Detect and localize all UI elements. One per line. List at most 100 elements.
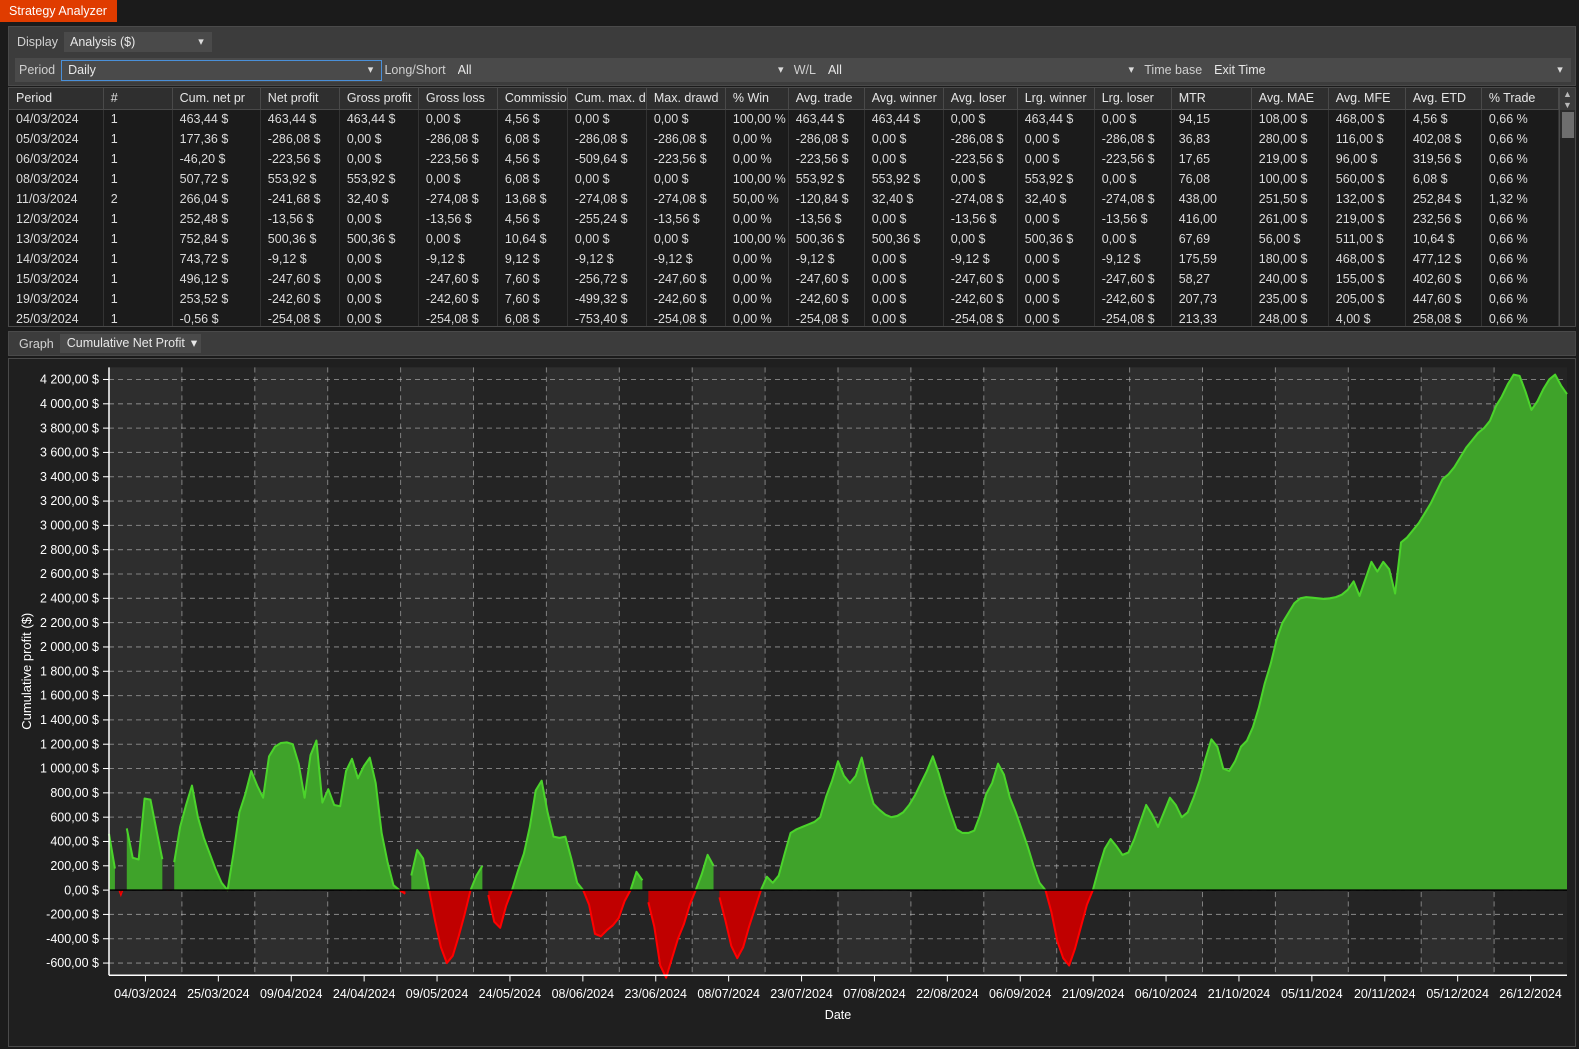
table-cell: -241,68 $: [260, 189, 340, 209]
column-header[interactable]: Lrg. loser: [1094, 88, 1172, 110]
table-cell: -242,60 $: [788, 289, 865, 309]
timebase-select[interactable]: Exit Time ▾: [1208, 60, 1571, 80]
column-header[interactable]: Lrg. winner: [1017, 88, 1095, 110]
column-header[interactable]: % Win: [725, 88, 789, 110]
table-cell: 0,00 $: [1017, 269, 1095, 289]
table-row[interactable]: 15/03/2024 1 496,12 $ -247,60 $0,00 $ -247,6…: [9, 269, 1560, 289]
table-cell: 0,00 $: [864, 269, 944, 289]
chevron-down-icon: ▾: [1128, 64, 1135, 76]
scroll-up-icon[interactable]: ▲: [1560, 88, 1575, 99]
column-header[interactable]: Net profit: [260, 88, 340, 110]
table-cell: 0,66 %: [1481, 269, 1560, 289]
table-cell: 19/03/2024: [9, 289, 104, 309]
y-axis-tick-label: 1 800,00 $: [40, 663, 99, 678]
table-row[interactable]: 14/03/2024 1 743,72 $ -9,12 $0,00 $ -9,12 $9…: [9, 249, 1560, 269]
table-cell: 553,92 $: [260, 169, 340, 189]
column-header[interactable]: Avg. MFE: [1328, 88, 1406, 110]
column-header[interactable]: Avg. ETD: [1405, 88, 1482, 110]
table-cell: 560,00 $: [1328, 169, 1406, 189]
display-select[interactable]: Analysis ($) ▾: [64, 32, 212, 52]
longshort-select-value: All: [457, 63, 472, 77]
table-cell: 0,00 %: [725, 309, 789, 326]
period-label: Period: [19, 63, 56, 77]
column-header[interactable]: #: [103, 88, 173, 110]
column-header[interactable]: Gross loss: [418, 88, 498, 110]
y-axis-tick-label: 3 600,00 $: [40, 444, 99, 459]
cumulative-net-profit-chart[interactable]: 4 200,00 $ 4 000,00 $ 3 800,00 $ 3 600,00 $…: [8, 358, 1576, 1047]
table-row[interactable]: 08/03/2024 1 507,72 $553,92 $553,92 $0,00 …: [9, 169, 1560, 189]
x-axis-tick-label: 07/08/2024: [843, 986, 906, 1001]
table-cell: -286,08 $: [567, 129, 647, 149]
table-cell: 553,92 $: [1017, 169, 1095, 189]
scrollbar-track[interactable]: [1560, 138, 1575, 326]
table-cell: 7,60 $: [497, 269, 568, 289]
table-cell: 0,66 %: [1481, 229, 1560, 249]
table-cell: -286,08 $: [943, 129, 1018, 149]
y-axis-tick-label: 2 000,00 $: [40, 639, 99, 654]
table-row[interactable]: 13/03/2024 1 752,84 $500,36 $500,36 $0,00 …: [9, 229, 1560, 249]
table-cell: 0,00 $: [418, 229, 498, 249]
column-header[interactable]: Cum. net pr: [172, 88, 261, 110]
table-row[interactable]: 25/03/2024 1 -0,56 $ -254,08 $0,00 $ -254,08…: [9, 309, 1560, 326]
table-row[interactable]: 12/03/2024 1 252,48 $ -13,56 $0,00 $ -13,56 …: [9, 209, 1560, 229]
table-cell: 177,36 $: [172, 129, 261, 149]
column-header[interactable]: Gross profit: [339, 88, 419, 110]
table-cell: 0,00 %: [725, 269, 789, 289]
winloss-select[interactable]: All ▾: [821, 60, 1143, 80]
table-cell: 280,00 $: [1251, 129, 1329, 149]
table-cell: 1: [103, 109, 173, 129]
table-cell: 253,52 $: [172, 289, 261, 309]
table-cell: 0,00 $: [864, 289, 944, 309]
table-cell: -46,20 $: [172, 149, 261, 169]
table-cell: -286,08 $: [788, 129, 865, 149]
table-row[interactable]: 04/03/2024 1 463,44 $463,44 $463,44 $0,00 …: [9, 109, 1560, 129]
table-cell: 0,66 %: [1481, 289, 1560, 309]
table-cell: 56,00 $: [1251, 229, 1329, 249]
table-cell: -286,08 $: [1094, 129, 1172, 149]
table-cell: 258,08 $: [1405, 309, 1482, 326]
column-header[interactable]: Avg. trade: [788, 88, 865, 110]
y-axis-tick-label: 0,00 $: [64, 882, 99, 897]
table-cell: -242,60 $: [418, 289, 498, 309]
table-cell: -242,60 $: [260, 289, 340, 309]
column-header[interactable]: MTR: [1171, 88, 1252, 110]
table-row[interactable]: 05/03/2024 1 177,36 $ -286,08 $0,00 $ -286,0…: [9, 129, 1560, 149]
app-tab-strategy-analyzer[interactable]: Strategy Analyzer: [0, 0, 117, 22]
table-cell: -247,60 $: [943, 269, 1018, 289]
x-axis-tick-label: 21/10/2024: [1208, 986, 1271, 1001]
table-cell: 11/03/2024: [9, 189, 104, 209]
column-header[interactable]: % Trade: [1481, 88, 1560, 110]
graph-type-select[interactable]: Cumulative Net Profit ▾: [59, 334, 202, 353]
table-row[interactable]: 11/03/2024 2 266,04 $ -241,68 $32,40 $ -274,…: [9, 189, 1560, 209]
scroll-down-icon[interactable]: ▼: [1560, 99, 1575, 110]
table-row[interactable]: 19/03/2024 1 253,52 $ -242,60 $0,00 $ -242,6…: [9, 289, 1560, 309]
table-cell: 219,00 $: [1328, 209, 1406, 229]
scrollbar-thumb[interactable]: [1561, 112, 1574, 138]
table-cell: -247,60 $: [418, 269, 498, 289]
table-vertical-scrollbar[interactable]: ▲ ▼: [1559, 88, 1575, 326]
statistics-table-container[interactable]: Period # Cum. net pr Net profit Gross profi…: [8, 87, 1576, 327]
table-cell: -255,24 $: [567, 209, 647, 229]
table-cell: 0,00 $: [943, 229, 1018, 249]
table-cell: 96,00 $: [1328, 149, 1406, 169]
table-cell: 32,40 $: [339, 189, 419, 209]
column-header[interactable]: Period: [9, 88, 104, 110]
chevron-down-icon: ▾: [198, 36, 204, 48]
table-cell: 50,00 %: [725, 189, 789, 209]
table-cell: 08/03/2024: [9, 169, 104, 189]
period-select[interactable]: Daily ▾: [61, 59, 383, 81]
column-header[interactable]: Cum. max. d: [567, 88, 647, 110]
table-cell: 1: [103, 129, 173, 149]
table-cell: 1: [103, 309, 173, 326]
table-row[interactable]: 06/03/2024 1 -46,20 $ -223,56 $0,00 $ -223,5…: [9, 149, 1560, 169]
table-header: Period # Cum. net pr Net profit Gross profi…: [9, 88, 1560, 110]
longshort-select[interactable]: All ▾: [451, 60, 792, 80]
column-header[interactable]: Avg. winner: [864, 88, 944, 110]
column-header[interactable]: Avg. loser: [943, 88, 1018, 110]
table-cell: 0,00 $: [864, 309, 944, 326]
y-axis-tick-label: 2 200,00 $: [40, 615, 99, 630]
statistics-table: Period # Cum. net pr Net profit Gross profi…: [9, 88, 1560, 326]
column-header[interactable]: Commission: [497, 88, 568, 110]
column-header[interactable]: Max. drawd: [646, 88, 726, 110]
column-header[interactable]: Avg. MAE: [1251, 88, 1329, 110]
